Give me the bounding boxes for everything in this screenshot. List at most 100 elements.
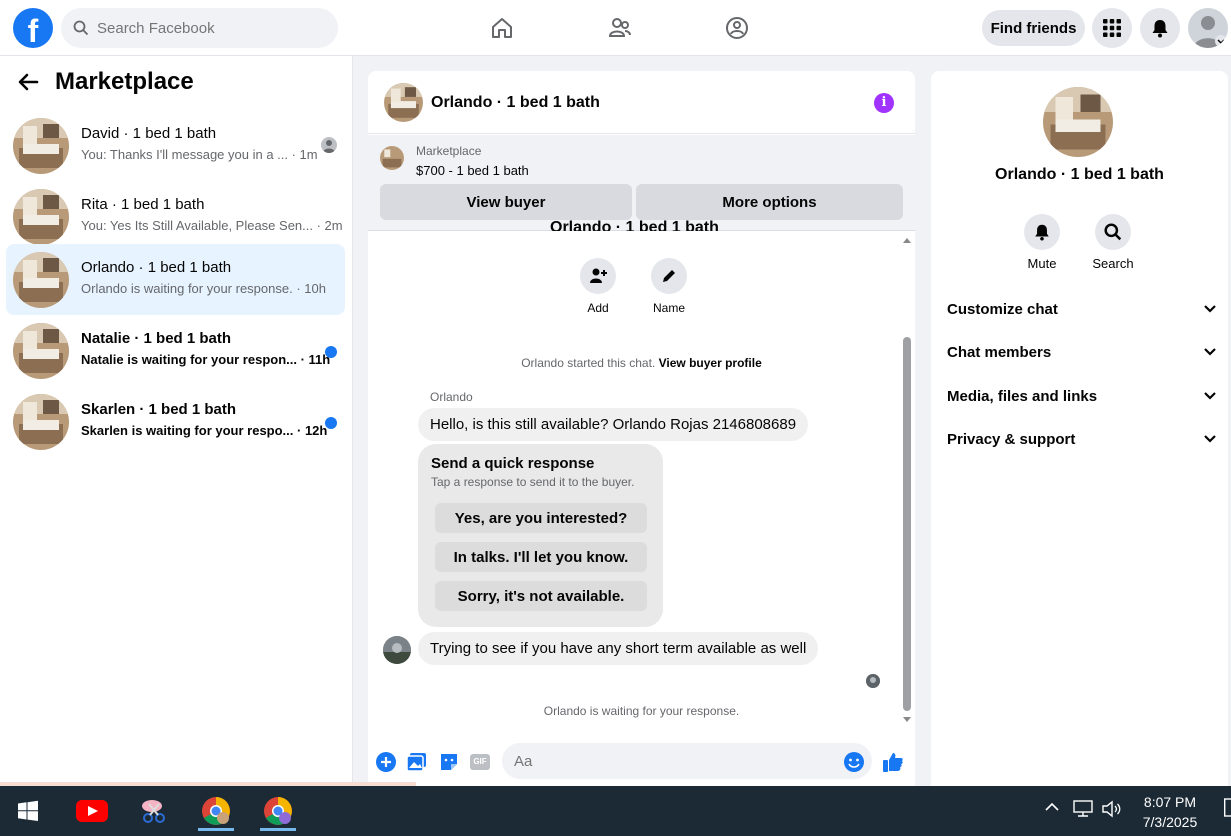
notification-center-icon[interactable]	[1223, 798, 1231, 822]
conversation-name: Natalie · 1 bed 1 bath	[81, 330, 232, 347]
top-navigation-bar: f Find friends	[0, 0, 1231, 56]
groups-icon[interactable]	[717, 8, 757, 48]
details-listing-thumbnail	[1043, 87, 1113, 157]
sticker-icon[interactable]	[438, 751, 460, 773]
conversation-item[interactable]: Rita · 1 bed 1 bath You: Yes Its Still A…	[6, 181, 345, 252]
conversation-item[interactable]: David · 1 bed 1 bath You: Thanks I'll me…	[6, 110, 345, 181]
chat-header: Orlando · 1 bed 1 bath i	[368, 71, 915, 134]
listing-thumbnail	[13, 394, 69, 450]
find-friends-button[interactable]: Find friends	[982, 10, 1085, 46]
show-hidden-icons-chevron-icon[interactable]	[1044, 800, 1060, 817]
scrollbar-thumb[interactable]	[903, 337, 911, 711]
conversation-preview: You: Yes Its Still Available, Please Sen…	[81, 218, 343, 233]
bell-icon[interactable]	[1024, 214, 1060, 250]
photo-icon[interactable]	[406, 751, 428, 773]
active-app-indicator	[260, 828, 296, 831]
youtube-icon[interactable]	[70, 791, 114, 831]
message-composer: GIF	[368, 736, 915, 786]
home-icon[interactable]	[482, 8, 522, 48]
message-bubble: Trying to see if you have any short term…	[418, 632, 819, 665]
emoji-icon[interactable]	[843, 751, 865, 773]
chat-panel: Orlando · 1 bed 1 bath i Marketplace $70…	[368, 71, 915, 786]
scroll-up-arrow-icon[interactable]	[902, 236, 912, 244]
conversation-item-active[interactable]: Orlando · 1 bed 1 bath Orlando is waitin…	[6, 244, 345, 315]
search-action[interactable]: Search	[1083, 214, 1143, 271]
notifications-bell-icon[interactable]	[1140, 8, 1180, 48]
details-title: Orlando · 1 bed 1 bath	[995, 166, 1164, 183]
listing-thumbnail	[13, 118, 69, 174]
name-label: Name	[652, 301, 685, 315]
quick-response-heading: Send a quick response	[431, 455, 595, 472]
add-person-icon[interactable]	[580, 258, 616, 294]
chat-listing-thumbnail	[384, 83, 423, 122]
marketplace-title: Marketplace	[55, 68, 194, 95]
name-action[interactable]: Name	[639, 258, 699, 315]
listing-label: Marketplace	[416, 144, 482, 158]
listing-price-title[interactable]: $700 - 1 bed 1 bath	[416, 163, 529, 178]
marketplace-sidebar: Marketplace David · 1 bed 1 bath You: Th…	[0, 56, 353, 786]
conversation-item[interactable]: Skarlen · 1 bed 1 bath Skarlen is waitin…	[6, 386, 345, 457]
customize-chat-section[interactable]: Customize chat	[947, 294, 1217, 324]
conversation-name: Skarlen · 1 bed 1 bath	[81, 401, 237, 418]
media-files-links-section[interactable]: Media, files and links	[947, 381, 1217, 411]
mute-action[interactable]: Mute	[1012, 214, 1072, 271]
privacy-support-section[interactable]: Privacy & support	[947, 424, 1217, 454]
chrome-profile-1-icon[interactable]	[194, 791, 238, 831]
facebook-logo-icon[interactable]: f	[13, 8, 53, 48]
clock-date: 7/3/2025	[1142, 814, 1198, 830]
taskbar-clock[interactable]: 8:07 PM 7/3/2025	[1130, 792, 1210, 832]
conversation-preview: You: Thanks I'll message you in a ... · …	[81, 147, 318, 162]
chrome-profile-2-icon[interactable]	[256, 791, 300, 831]
profile-avatar[interactable]	[1188, 8, 1228, 48]
magnifier-icon[interactable]	[1095, 214, 1131, 250]
view-buyer-button[interactable]: View buyer	[380, 184, 632, 220]
read-receipt-avatar	[866, 674, 880, 688]
mute-label: Mute	[1027, 256, 1057, 271]
info-icon[interactable]: i	[874, 93, 894, 113]
conversation-name: David · 1 bed 1 bath	[81, 125, 217, 142]
section-label: Customize chat	[947, 300, 1058, 318]
quick-response-option[interactable]: Sorry, it's not available.	[435, 581, 647, 611]
chat-started-notice: Orlando started this chat. View buyer pr…	[368, 356, 915, 370]
quick-response-option[interactable]: Yes, are you interested?	[435, 503, 647, 533]
unread-dot-icon	[325, 417, 337, 429]
section-label: Privacy & support	[947, 430, 1076, 448]
waiting-notice: Orlando is waiting for your response.	[543, 704, 740, 718]
search-label: Search	[1092, 256, 1134, 271]
plus-circle-icon[interactable]	[375, 751, 397, 773]
quick-response-option[interactable]: In talks. I'll let you know.	[435, 542, 647, 572]
search-bar[interactable]	[61, 8, 338, 48]
seen-avatar-icon	[321, 137, 337, 153]
more-options-button[interactable]: More options	[636, 184, 903, 220]
chat-details-panel: Orlando · 1 bed 1 bath Mute Search Custo…	[931, 71, 1228, 786]
volume-icon[interactable]	[1101, 800, 1123, 822]
section-label: Chat members	[947, 343, 1052, 361]
conversation-name: Orlando · 1 bed 1 bath	[81, 259, 232, 276]
chevron-down-icon	[1204, 348, 1216, 356]
conversation-preview: Natalie is waiting for your respon... · …	[81, 352, 331, 367]
quick-response-subtext: Tap a response to send it to the buyer.	[431, 475, 635, 489]
network-icon[interactable]	[1072, 800, 1094, 822]
add-action[interactable]: Add	[568, 258, 628, 315]
conversation-name: Rita · 1 bed 1 bath	[81, 196, 205, 213]
scroll-down-arrow-icon[interactable]	[902, 716, 912, 724]
conversation-item[interactable]: Natalie · 1 bed 1 bath Natalie is waitin…	[6, 315, 345, 386]
gif-icon[interactable]: GIF	[469, 751, 491, 773]
windows-start-icon[interactable]	[6, 791, 50, 831]
chevron-down-icon	[1204, 435, 1216, 443]
pencil-icon[interactable]	[651, 258, 687, 294]
search-icon	[73, 20, 89, 36]
friends-icon[interactable]	[600, 8, 640, 48]
listing-thumbnail	[13, 323, 69, 379]
message-input[interactable]	[502, 743, 872, 779]
menu-grid-icon[interactable]	[1092, 8, 1132, 48]
conversation-preview: Skarlen is waiting for your respo... · 1…	[81, 423, 328, 438]
view-buyer-profile-link[interactable]: View buyer profile	[659, 356, 762, 370]
listing-banner: Marketplace $700 - 1 bed 1 bath View buy…	[368, 135, 915, 231]
chat-scrollbar[interactable]	[900, 231, 914, 728]
snipping-tool-icon[interactable]	[132, 791, 176, 831]
chat-members-section[interactable]: Chat members	[947, 337, 1217, 367]
search-input[interactable]	[97, 19, 317, 37]
back-arrow-icon[interactable]	[17, 71, 39, 93]
thumbs-up-icon[interactable]	[882, 751, 904, 773]
